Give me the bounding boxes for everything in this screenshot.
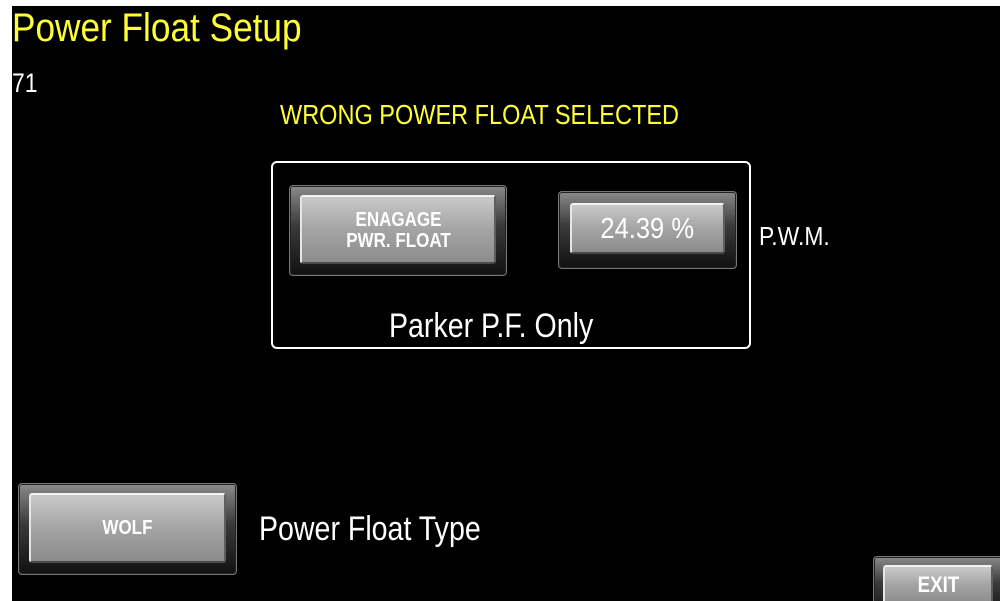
screen-number: 71 [12, 68, 38, 98]
engage-power-float-button-face[interactable]: ENAGAGE PWR. FLOAT [300, 195, 496, 264]
power-float-type-button[interactable]: WOLF [18, 483, 237, 575]
engage-label-line2: PWR. FLOAT [345, 229, 451, 252]
engage-power-float-label: ENAGAGE PWR. FLOAT [346, 208, 451, 252]
power-float-type-label: Power Float Type [259, 510, 481, 548]
pwm-value-button[interactable]: 24.39 % [558, 191, 737, 269]
power-float-type-value: WOLF [102, 517, 153, 539]
exit-label: EXIT [917, 572, 959, 597]
exit-button[interactable]: EXIT [873, 556, 1000, 601]
power-float-type-button-face[interactable]: WOLF [29, 493, 226, 563]
pwm-label: P.W.M. [759, 221, 830, 251]
engage-label-line1: ENAGAGE [355, 208, 441, 231]
hmi-screen: Power Float Setup 71 WRONG POWER FLOAT S… [12, 6, 1000, 601]
pwm-value: 24.39 % [600, 212, 695, 245]
exit-button-face[interactable]: EXIT [883, 565, 993, 601]
parker-only-note: Parker P.F. Only [389, 307, 594, 345]
engage-power-float-button[interactable]: ENAGAGE PWR. FLOAT [289, 185, 507, 276]
warning-message: WRONG POWER FLOAT SELECTED [280, 99, 680, 130]
page-title: Power Float Setup [12, 6, 302, 50]
pwm-value-button-face[interactable]: 24.39 % [570, 203, 725, 254]
